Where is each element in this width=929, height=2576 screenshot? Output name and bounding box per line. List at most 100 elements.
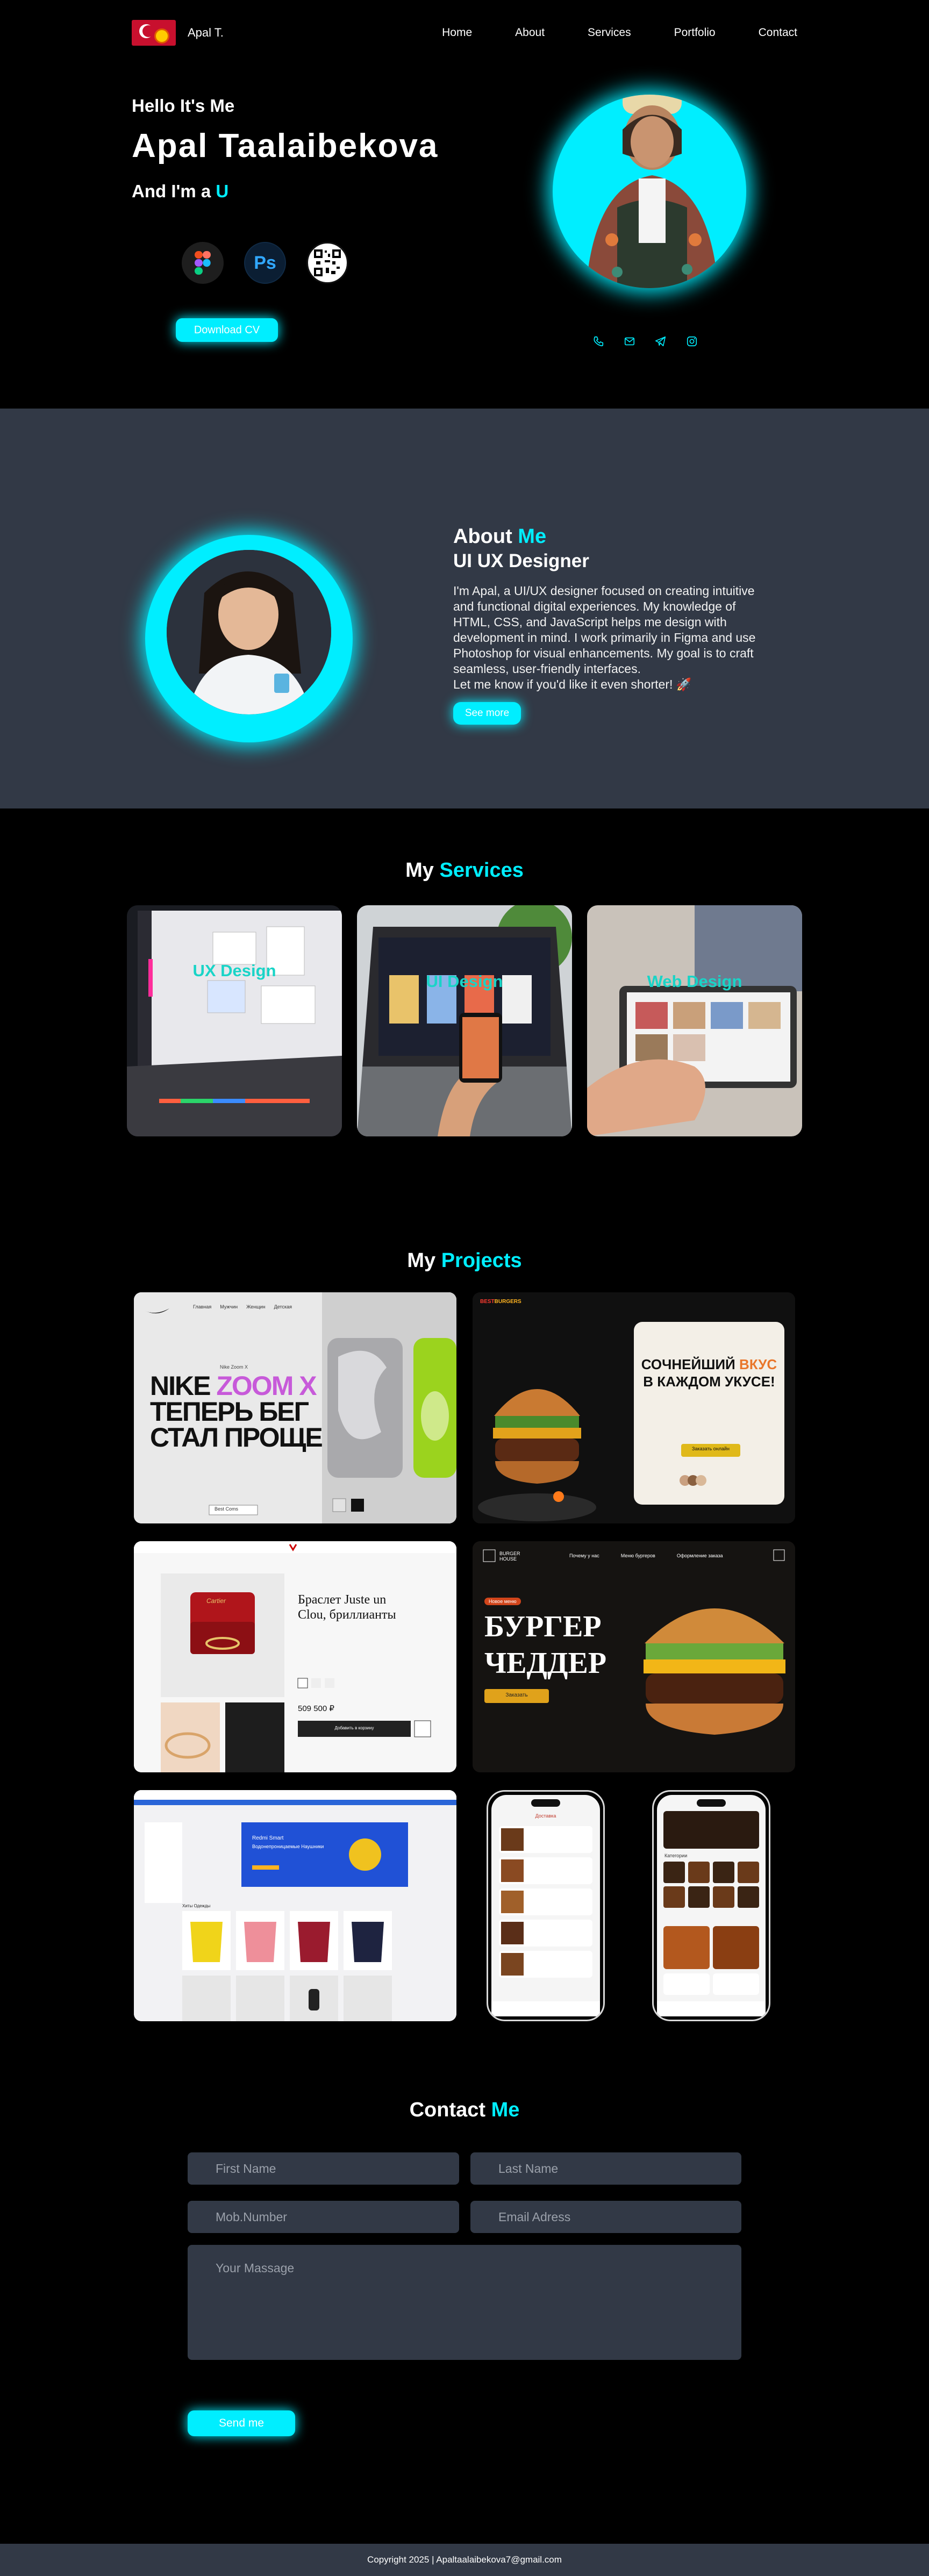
- burger-house-logo: BURGER HOUSE: [499, 1551, 520, 1562]
- download-cv-button[interactable]: Download CV: [176, 318, 278, 342]
- telegram-icon[interactable]: [655, 335, 667, 347]
- nike-headline: NIKE ZOOM X ТЕПЕРЬ БЕГ СТАЛ ПРОЩЕ: [150, 1372, 323, 1452]
- cartier-price: 509 500 ₽: [298, 1704, 334, 1713]
- phone2-header: Категории: [664, 1853, 688, 1858]
- burger1-line-2: В КАЖДОМ УКУСЕ!: [643, 1373, 775, 1390]
- first-name-input[interactable]: [188, 2152, 459, 2185]
- service-label-ux: UX Design: [192, 961, 276, 980]
- contact-section: Contact Me Send me: [0, 2099, 929, 2544]
- burger-house-nav-item[interactable]: Меню бургеров: [621, 1553, 655, 1558]
- about-portrait-ring: [145, 535, 353, 742]
- nav-link-portfolio[interactable]: Portfolio: [674, 26, 716, 39]
- burger1-cta[interactable]: Заказать онлайн: [681, 1446, 740, 1451]
- nike-nav-item[interactable]: Главная: [193, 1304, 211, 1310]
- send-button[interactable]: Send me: [188, 2410, 295, 2436]
- nav-link-about[interactable]: About: [515, 26, 545, 39]
- burger-house-cta[interactable]: Заказать: [484, 1692, 549, 1698]
- nav-link-home[interactable]: Home: [442, 26, 472, 39]
- hero-intro: Hello It's Me Apal Taalaibekova And I'm …: [132, 96, 438, 202]
- hero-portrait: [553, 95, 746, 288]
- hero-role-line: And I'm a U: [132, 181, 438, 202]
- shop-section-title: Хиты Одежды: [182, 1904, 211, 1908]
- nike-line-3: СТАЛ ПРОЩЕ: [150, 1422, 323, 1452]
- about-title-highlight: Me: [518, 525, 547, 548]
- tools-row: Ps: [182, 242, 348, 284]
- project-card-food-app[interactable]: Категории: [652, 1790, 770, 2021]
- about-body-end: Let me know if you'd like it even shorte…: [453, 677, 692, 691]
- cartier-brand: Cartier: [206, 1597, 226, 1605]
- email-input[interactable]: [470, 2201, 741, 2233]
- nav-link-services[interactable]: Services: [588, 26, 631, 39]
- social-links: [592, 335, 698, 347]
- burger2-line-1: БУРГЕР: [484, 1610, 602, 1643]
- about-title: About Me: [453, 524, 776, 549]
- see-more-button[interactable]: See more: [453, 702, 521, 725]
- about-subtitle: UI UX Designer: [453, 550, 589, 571]
- project-card-delivery-app[interactable]: Доставка: [487, 1790, 605, 2021]
- best-burgers-logo: BESTBURGERS: [480, 1299, 521, 1305]
- services-section: My Services UX Design UI Design Web Desi…: [0, 808, 929, 1217]
- services-title: My Services: [0, 859, 929, 882]
- about-portrait: [167, 550, 331, 714]
- burger-house-nav-item[interactable]: Оформление заказа: [677, 1553, 723, 1558]
- services-title-prefix: My: [405, 859, 434, 882]
- contact-title: Contact Me: [0, 2099, 929, 2122]
- service-card-web[interactable]: Web Design: [587, 905, 802, 1136]
- project-card-cartier[interactable]: Cartier Браслет Juste un Clou, бриллиант…: [134, 1541, 456, 1772]
- projects-title: My Projects: [0, 1249, 929, 1272]
- top-navbar: Apal T. Home About Services Portfolio Co…: [132, 19, 797, 46]
- cartier-cta[interactable]: Добавить в корзину: [298, 1726, 411, 1730]
- contact-title-prefix: Contact: [409, 2099, 486, 2121]
- nav-links: Home About Services Portfolio Contact: [442, 26, 797, 39]
- projects-section: My Projects Главная Мужчин Женщин Детска…: [0, 1217, 929, 2099]
- footer: Copyright 2025 | Apaltaalaibekova7@gmail…: [0, 2544, 929, 2576]
- project-card-nike[interactable]: Главная Мужчин Женщин Детская Nike Zoom …: [134, 1292, 456, 1523]
- service-card-ui[interactable]: UI Design: [357, 905, 572, 1136]
- hero-name: Apal Taalaibekova: [132, 127, 439, 164]
- projects-title-highlight: Projects: [441, 1249, 522, 1272]
- nike-nav-item[interactable]: Мужчин: [220, 1304, 238, 1310]
- service-label-web: Web Design: [647, 972, 742, 991]
- phone1-header: Доставка: [535, 1813, 556, 1819]
- burger1-line-1b: ВКУС: [739, 1356, 777, 1372]
- instagram-icon[interactable]: [686, 335, 698, 347]
- email-icon[interactable]: [624, 335, 635, 347]
- nike-nav: Главная Мужчин Женщин Детская: [193, 1304, 292, 1310]
- phone-icon[interactable]: [592, 335, 604, 347]
- project-card-best-burgers[interactable]: BESTBURGERS СОЧНЕЙШИЙ ВКУС В КАЖДОМ УКУС…: [473, 1292, 795, 1523]
- hero-section: Apal T. Home About Services Portfolio Co…: [0, 0, 929, 409]
- nike-price: Best Coms: [215, 1506, 239, 1512]
- hero-role-highlight: U: [216, 181, 229, 201]
- service-card-ux[interactable]: UX Design: [127, 905, 342, 1136]
- shop-banner-sub: Водонепроницаемые Наушники: [252, 1844, 324, 1849]
- nav-link-contact[interactable]: Contact: [759, 26, 797, 39]
- logo-text[interactable]: Apal T.: [188, 26, 224, 40]
- about-title-prefix: About: [453, 525, 512, 548]
- burger-house-badge: Новое меню: [484, 1598, 521, 1605]
- projects-title-prefix: My: [407, 1249, 436, 1272]
- last-name-input[interactable]: [470, 2152, 741, 2185]
- hero-role-prefix: And I'm a: [132, 181, 211, 201]
- about-section: About Me UI UX Designer I'm Apal, a UI/U…: [0, 409, 929, 808]
- qr-code-icon[interactable]: [306, 242, 348, 284]
- logo-a: BEST: [480, 1299, 495, 1305]
- about-description: I'm Apal, a UI/UX designer focused on cr…: [453, 583, 776, 692]
- logo-b: BURGERS: [494, 1299, 521, 1305]
- burger-house-nav-item[interactable]: Почему у нас: [569, 1553, 599, 1558]
- burger1-line-1: СОЧНЕЙШИЙ: [641, 1356, 735, 1372]
- burger-house-headline: БУРГЕР ЧЕДДЕР: [484, 1608, 606, 1681]
- best-burgers-headline: СОЧНЕЙШИЙ ВКУС В КАЖДОМ УКУСЕ!: [634, 1356, 784, 1390]
- services-title-highlight: Services: [439, 859, 524, 882]
- about-text-block: About Me UI UX Designer I'm Apal, a UI/U…: [453, 524, 776, 725]
- photoshop-icon[interactable]: Ps: [244, 242, 286, 284]
- project-card-marketplace[interactable]: Redmi Smart Водонепроницаемые Наушники Х…: [134, 1790, 456, 2021]
- mobile-number-input[interactable]: [188, 2201, 459, 2233]
- project-card-burger-house[interactable]: BURGER HOUSE Почему у нас Меню бургеров …: [473, 1541, 795, 1772]
- figma-icon[interactable]: [182, 242, 224, 284]
- message-textarea[interactable]: [188, 2245, 741, 2360]
- contact-title-highlight: Me: [491, 2099, 520, 2121]
- nike-nav-item[interactable]: Детская: [274, 1304, 292, 1310]
- logo-flag-icon[interactable]: [132, 20, 176, 46]
- nike-line-2: ТЕПЕРЬ БЕГ: [150, 1397, 309, 1427]
- nike-nav-item[interactable]: Женщин: [246, 1304, 266, 1310]
